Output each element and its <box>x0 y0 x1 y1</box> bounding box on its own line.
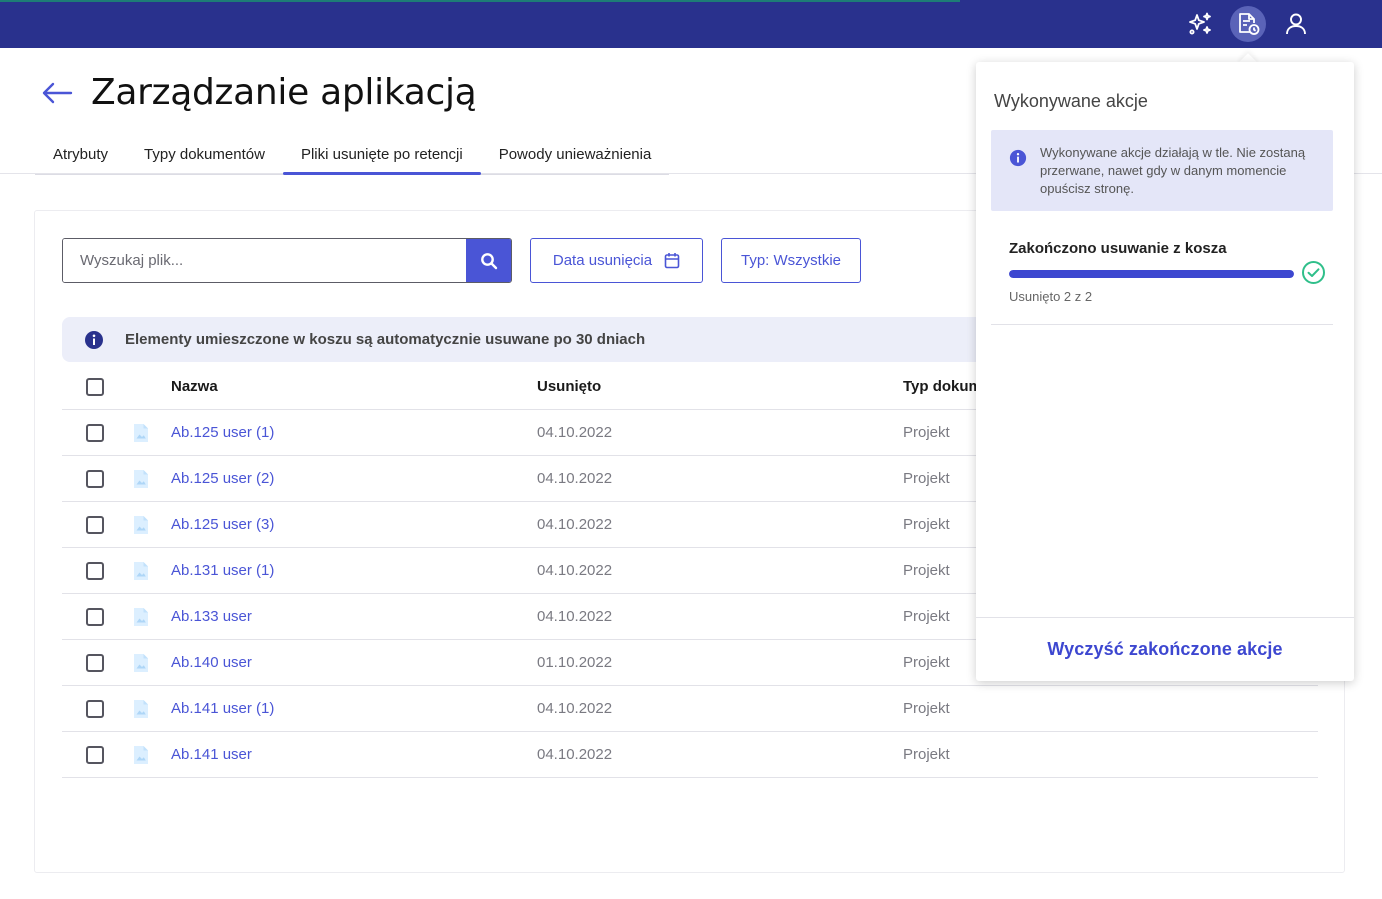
file-name-link[interactable]: Ab.140 user <box>171 654 252 671</box>
info-icon <box>1009 149 1027 167</box>
column-header-type[interactable]: Typ dokum <box>903 378 982 395</box>
tab-atrybuty[interactable]: Atrybuty <box>35 135 126 173</box>
file-name-link[interactable]: Ab.125 user (2) <box>171 470 274 487</box>
check-circle-icon <box>1302 261 1325 284</box>
search-icon <box>480 252 497 269</box>
file-name-link[interactable]: Ab.141 user (1) <box>171 700 274 717</box>
sparkles-icon[interactable] <box>1182 6 1218 42</box>
panel-title: Wykonywane akcje <box>994 91 1148 111</box>
image-file-icon <box>134 699 148 718</box>
row-checkbox[interactable] <box>86 699 104 718</box>
type-filter-button[interactable]: Typ: Wszystkie <box>721 238 861 283</box>
document-type: Projekt <box>903 654 950 671</box>
deleted-date: 04.10.2022 <box>537 516 613 533</box>
panel-info-text: Wykonywane akcje działają w tle. Nie zos… <box>1040 145 1306 196</box>
deleted-date: 04.10.2022 <box>537 700 613 717</box>
search-button[interactable] <box>466 239 511 282</box>
calendar-icon <box>664 253 680 269</box>
file-name-link[interactable]: Ab.133 user <box>171 608 252 625</box>
document-type: Projekt <box>903 470 950 487</box>
column-header-deleted[interactable]: Usunięto <box>537 378 601 395</box>
file-name-link[interactable]: Ab.141 user <box>171 746 252 763</box>
document-type: Projekt <box>903 516 950 533</box>
column-header-name[interactable]: Nazwa <box>171 378 218 395</box>
info-banner-text: Elementy umieszczone w koszu są automaty… <box>125 331 646 348</box>
panel-info-box: Wykonywane akcje działają w tle. Nie zos… <box>991 130 1333 211</box>
file-name-link[interactable]: Ab.131 user (1) <box>171 562 274 579</box>
user-icon[interactable] <box>1278 6 1314 42</box>
document-type: Projekt <box>903 746 950 763</box>
image-file-icon <box>134 469 148 488</box>
table-row[interactable]: Ab.141 user 04.10.2022 Projekt <box>62 732 1318 778</box>
image-file-icon <box>134 515 148 534</box>
tab-pliki-usuniete[interactable]: Pliki usunięte po retencji <box>282 135 481 175</box>
image-file-icon <box>134 745 148 764</box>
row-checkbox[interactable] <box>86 607 104 626</box>
row-checkbox[interactable] <box>86 469 104 488</box>
arrow-left-icon[interactable] <box>40 80 74 106</box>
page-title: Zarządzanie aplikacją <box>91 72 477 113</box>
deleted-date: 04.10.2022 <box>537 562 613 579</box>
row-checkbox[interactable] <box>86 423 104 442</box>
clear-completed-button[interactable]: Wyczyść zakończone akcje <box>1047 639 1282 660</box>
document-type: Projekt <box>903 562 950 579</box>
document-type: Projekt <box>903 608 950 625</box>
deleted-date: 04.10.2022 <box>537 470 613 487</box>
task-progress-bar <box>1009 270 1294 278</box>
select-all-checkbox[interactable] <box>86 377 104 396</box>
table-row[interactable]: Ab.141 user (1) 04.10.2022 Projekt <box>62 686 1318 732</box>
panel-footer: Wyczyść zakończone akcje <box>976 617 1354 681</box>
row-checkbox[interactable] <box>86 515 104 534</box>
tab-typy-dokumentow[interactable]: Typy dokumentów <box>126 135 283 173</box>
image-file-icon <box>134 653 148 672</box>
image-file-icon <box>134 607 148 626</box>
search-box <box>62 238 512 283</box>
info-icon <box>85 330 103 349</box>
file-name-link[interactable]: Ab.125 user (1) <box>171 424 274 441</box>
image-file-icon <box>134 561 148 580</box>
type-filter-label: Typ: Wszystkie <box>740 252 841 269</box>
top-bar <box>0 0 1382 48</box>
row-checkbox[interactable] <box>86 561 104 580</box>
deleted-date: 04.10.2022 <box>537 608 613 625</box>
document-type: Projekt <box>903 424 950 441</box>
deleted-date: 04.10.2022 <box>537 746 613 763</box>
task-divider <box>991 324 1333 325</box>
file-name-link[interactable]: Ab.125 user (3) <box>171 516 274 533</box>
task-status: Usunięto 2 z 2 <box>1009 289 1093 304</box>
row-checkbox[interactable] <box>86 653 104 672</box>
document-clock-icon[interactable] <box>1230 6 1266 42</box>
image-file-icon <box>134 423 148 442</box>
search-input[interactable] <box>63 239 466 282</box>
deleted-date: 04.10.2022 <box>537 424 613 441</box>
task-title: Zakończono usuwanie z kosza <box>1009 240 1227 257</box>
top-accent-line <box>0 0 960 2</box>
deleted-date: 01.10.2022 <box>537 654 613 671</box>
document-type: Projekt <box>903 700 950 717</box>
task-progress-fill <box>1009 270 1294 278</box>
tabs-bar: Atrybuty Typy dokumentów Pliki usunięte … <box>35 135 670 175</box>
date-filter-label: Data usunięcia <box>552 252 653 269</box>
date-filter-button[interactable]: Data usunięcia <box>530 238 703 283</box>
row-checkbox[interactable] <box>86 745 104 764</box>
actions-panel: Wykonywane akcje Wykonywane akcje działa… <box>976 62 1354 681</box>
tab-powody-uniewaznienia[interactable]: Powody unieważnienia <box>481 135 670 173</box>
